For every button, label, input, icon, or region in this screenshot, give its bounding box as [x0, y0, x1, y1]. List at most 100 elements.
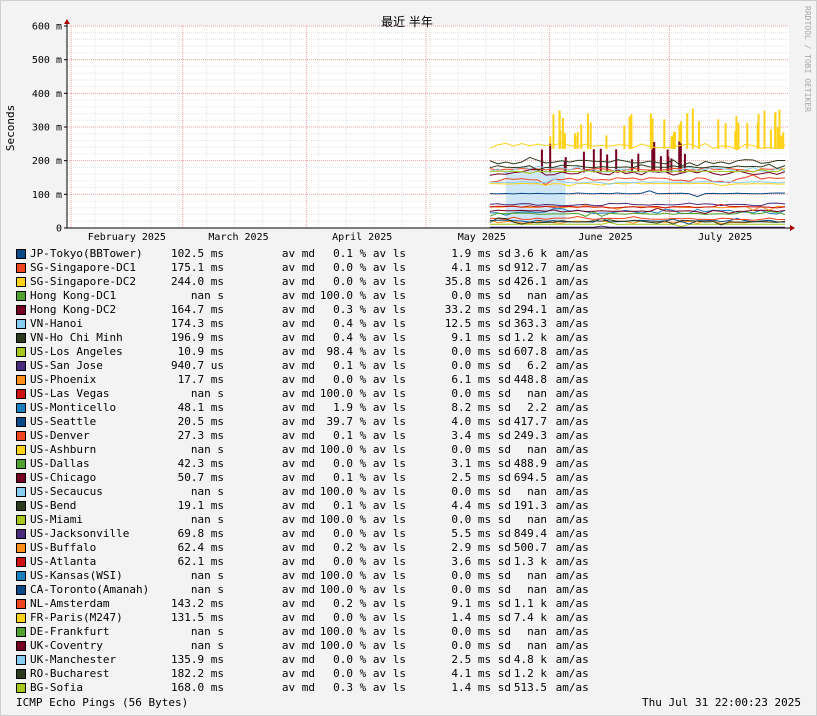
legend-loss: 100.0 % av ls [319, 625, 406, 638]
legend-av-md: av md [281, 345, 315, 358]
legend-amas-unit: am/as [549, 485, 589, 498]
legend-swatch [16, 249, 26, 259]
legend-loss: 0.4 % av ls [333, 331, 406, 344]
legend-av-md: av md [281, 527, 315, 540]
legend-name: US-Kansas(WSI) [30, 569, 123, 582]
legend-average: 19.1 ms [177, 499, 224, 512]
legend-average: 69.8 ms [177, 527, 224, 540]
legend-loss: 100.0 % av ls [319, 485, 406, 498]
legend-name: FR-Paris(M247) [30, 611, 123, 624]
legend-av-md: av md [281, 275, 315, 288]
legend-swatch [16, 459, 26, 469]
legend-swatch [16, 305, 26, 315]
legend-amas-unit: am/as [549, 275, 589, 288]
legend-loss: 0.0 % av ls [333, 527, 406, 540]
legend-name: US-Chicago [30, 471, 97, 484]
legend-average: nan s [190, 583, 224, 596]
legend-average: 174.3 ms [171, 317, 224, 330]
legend-amas-value: 1.2 k [513, 331, 547, 344]
legend-amas-value: 294.1 [513, 303, 547, 316]
y-tick-label: 600 m [32, 22, 62, 33]
legend-name: RO-Bucharest [30, 667, 110, 680]
legend-name: SG-Singapore-DC2 [30, 275, 136, 288]
legend-swatch [16, 599, 26, 609]
legend-average: 50.7 ms [177, 471, 224, 484]
legend-name: UK-Coventry [30, 639, 103, 652]
legend-name: US-Phoenix [30, 373, 97, 386]
legend-loss: 0.3 % av ls [333, 303, 406, 316]
legend-swatch [16, 627, 26, 637]
legend-amas-unit: am/as [549, 443, 589, 456]
legend-average: 164.7 ms [171, 303, 224, 316]
legend-name: VN-Ho Chi Minh [30, 331, 123, 344]
legend-av-md: av md [281, 261, 315, 274]
legend-amas-value: nan [527, 569, 547, 582]
legend-amas-value: nan [527, 485, 547, 498]
y-tick-label: 300 m [32, 123, 62, 134]
legend-amas-unit: am/as [549, 345, 589, 358]
legend-amas-unit: am/as [549, 597, 589, 610]
legend-amas-value: nan [527, 639, 547, 652]
legend-swatch [16, 529, 26, 539]
legend-loss: 0.1 % av ls [333, 471, 406, 484]
legend-average: 42.3 ms [177, 457, 224, 470]
legend-name: US-Los Angeles [30, 345, 123, 358]
legend-loss: 0.0 % av ls [333, 653, 406, 666]
legend-average: 17.7 ms [177, 373, 224, 386]
legend-amas-value: 488.9 [513, 457, 547, 470]
legend-loss: 0.1 % av ls [333, 247, 406, 260]
legend-amas-unit: am/as [549, 527, 589, 540]
latency-chart: 0 100 m 200 m 300 m 400 m 500 m 600 m February … [4, 6, 812, 243]
legend-loss: 100.0 % av ls [319, 387, 406, 400]
y-tick-label: 500 m [32, 55, 62, 66]
chart-title: 最近 半年 [381, 15, 433, 29]
legend-average: 244.0 ms [171, 275, 224, 288]
legend-name: US-Jacksonville [30, 527, 130, 540]
legend-average: nan s [190, 513, 224, 526]
legend-amas-value: nan [527, 443, 547, 456]
legend-name: NL-Amsterdam [30, 597, 110, 610]
legend-swatch [16, 585, 26, 595]
legend-av-md: av md [281, 667, 315, 680]
legend-average: 135.9 ms [171, 653, 224, 666]
legend-name: US-Secaucus [30, 485, 103, 498]
legend-swatch [16, 431, 26, 441]
legend-swatch [16, 375, 26, 385]
legend-name: US-Monticello [30, 401, 117, 414]
legend-av-md: av md [281, 681, 315, 694]
legend-av-md: av md [281, 457, 315, 470]
legend-loss: 0.0 % av ls [333, 261, 406, 274]
legend-swatch [16, 403, 26, 413]
legend-av-md: av md [281, 639, 315, 652]
legend-amas-value: 500.7 [513, 541, 547, 554]
legend-loss: 0.0 % av ls [333, 555, 406, 568]
legend-swatch [16, 389, 26, 399]
legend-name: CA-Toronto(Amanah) [30, 583, 150, 596]
legend-amas-unit: am/as [549, 555, 589, 568]
legend-amas-unit: am/as [549, 289, 589, 302]
legend-loss: 1.9 % av ls [333, 401, 406, 414]
legend-swatch [16, 347, 26, 357]
legend-average: 175.1 ms [171, 261, 224, 274]
legend-loss: 100.0 % av ls [319, 513, 406, 526]
y-tick-label: 400 m [32, 89, 62, 100]
legend-av-md: av md [281, 653, 315, 666]
legend-average: nan s [190, 625, 224, 638]
legend-loss: 100.0 % av ls [319, 583, 406, 596]
legend-amas-value: 513.5 [513, 681, 547, 694]
legend-name: UK-Manchester [30, 653, 117, 666]
legend-swatch [16, 445, 26, 455]
legend-loss: 39.7 % av ls [326, 415, 406, 428]
legend-loss: 0.3 % av ls [333, 681, 406, 694]
legend-amas-value: 6.2 [527, 359, 547, 372]
legend-average: 62.4 ms [177, 541, 224, 554]
legend-loss: 100.0 % av ls [319, 443, 406, 456]
legend-amas-unit: am/as [549, 639, 589, 652]
legend-name: US-Miami [30, 513, 83, 526]
legend-swatch [16, 333, 26, 343]
legend-swatch [16, 501, 26, 511]
legend-name: US-Las Vegas [30, 387, 110, 400]
legend-av-md: av md [281, 625, 315, 638]
legend-loss: 0.0 % av ls [333, 611, 406, 624]
legend-loss: 0.2 % av ls [333, 597, 406, 610]
